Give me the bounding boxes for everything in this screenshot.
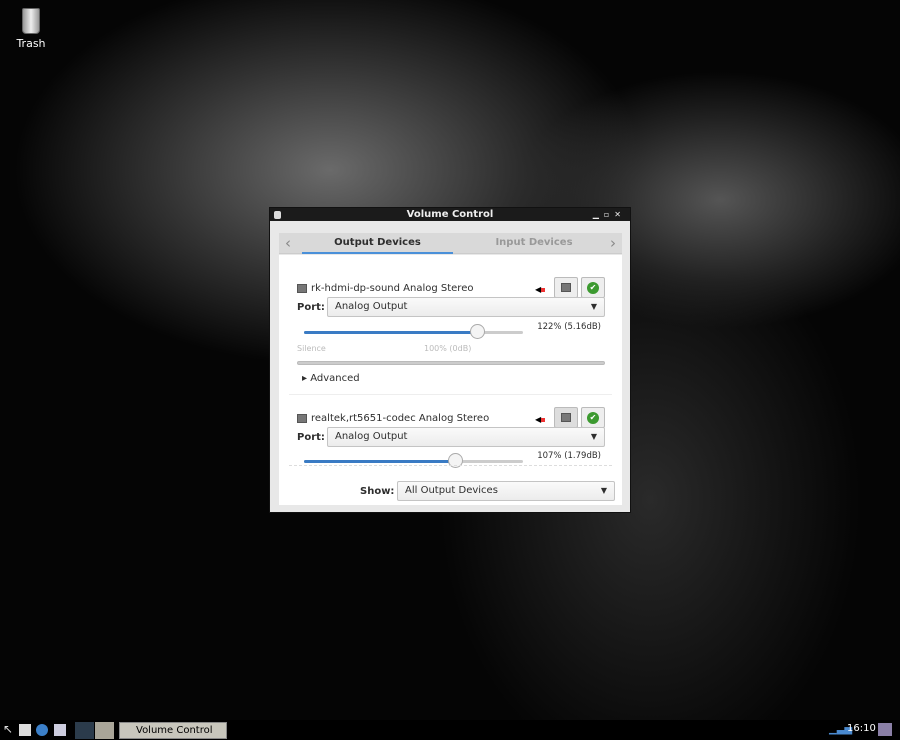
volume-control-window: Volume Control ▁▫✕ ‹ Output Devices Inpu… <box>269 207 631 513</box>
port-value: Analog Output <box>335 301 408 312</box>
start-menu-icon[interactable]: ↖ <box>3 722 15 736</box>
divider <box>289 465 612 466</box>
window-switcher-icon[interactable] <box>54 724 66 736</box>
title-bar[interactable]: Volume Control ▁▫✕ <box>270 208 630 221</box>
monitor-icon <box>561 413 571 422</box>
speaker-muted-indicator-icon: ◀ <box>535 285 546 294</box>
check-icon: ✔ <box>587 281 599 294</box>
slider-fill <box>304 331 477 334</box>
taskbar: ↖ Volume Control ▁▃▅ 16:10 <box>0 720 900 740</box>
caret-down-icon: ▼ <box>590 432 597 441</box>
wifi-signal-icon[interactable]: ▁▃▅ <box>829 724 852 736</box>
tick-silence: Silence <box>297 344 326 353</box>
port-dropdown[interactable]: Analog Output ▼ <box>327 297 605 317</box>
desktop-2-icon[interactable] <box>95 722 114 739</box>
app-icon <box>274 211 281 219</box>
check-icon: ✔ <box>587 411 599 424</box>
tab-scroll-left-icon[interactable]: ‹ <box>285 234 291 252</box>
devices-panel: rk-hdmi-dp-sound Analog Stereo ◀ ✔ Port:… <box>279 255 622 505</box>
maximize-button[interactable]: ▫ <box>604 210 614 219</box>
trash-label: Trash <box>16 37 46 50</box>
set-fallback-button[interactable]: ✔ <box>581 407 605 428</box>
port-dropdown[interactable]: Analog Output ▼ <box>327 427 605 447</box>
advanced-label: Advanced <box>310 373 360 384</box>
tab-input-devices[interactable]: Input Devices <box>459 233 609 254</box>
tab-output-devices[interactable]: Output Devices <box>302 233 453 254</box>
volume-readout: 107% (1.79dB) <box>537 451 601 461</box>
device-name: realtek,rt5651-codec Analog Stereo <box>311 413 490 424</box>
tick-100: 100% (0dB) <box>424 344 472 353</box>
caret-down-icon: ▼ <box>600 486 607 495</box>
tab-bar: ‹ Output Devices Input Devices › <box>279 233 622 254</box>
advanced-expander[interactable]: ▸ Advanced <box>302 373 360 384</box>
monitor-icon <box>561 283 571 292</box>
divider <box>289 394 612 395</box>
minimize-button[interactable]: ▁ <box>593 210 604 219</box>
lock-screen-icon[interactable] <box>878 723 892 736</box>
volume-slider[interactable] <box>304 324 523 339</box>
close-button[interactable]: ✕ <box>614 210 626 219</box>
mute-toggle-button[interactable] <box>554 407 578 428</box>
slider-knob[interactable] <box>470 324 485 339</box>
show-dropdown[interactable]: All Output Devices ▼ <box>397 481 615 501</box>
port-label: Port: <box>297 432 325 443</box>
port-label: Port: <box>297 302 325 313</box>
set-fallback-button[interactable]: ✔ <box>581 277 605 298</box>
slider-fill <box>304 460 456 463</box>
terminal-icon[interactable] <box>19 724 31 736</box>
tab-scroll-right-icon[interactable]: › <box>610 234 616 252</box>
browser-icon[interactable] <box>36 724 48 736</box>
window-title: Volume Control <box>406 209 494 220</box>
volume-readout: 122% (5.16dB) <box>537 322 601 332</box>
taskbar-item-volume-control[interactable]: Volume Control <box>119 722 227 739</box>
show-value: All Output Devices <box>405 485 498 496</box>
monitor-icon <box>297 414 307 423</box>
desktop-1-icon[interactable] <box>75 722 94 739</box>
task-label: Volume Control <box>136 725 213 736</box>
clock[interactable]: 16:10 <box>847 723 876 734</box>
mute-toggle-button[interactable] <box>554 277 578 298</box>
show-label: Show: <box>360 486 395 497</box>
caret-down-icon: ▼ <box>590 302 597 311</box>
port-value: Analog Output <box>335 431 408 442</box>
trash-icon <box>22 8 40 34</box>
speaker-muted-indicator-icon: ◀ <box>535 415 546 424</box>
volume-slider[interactable] <box>304 453 523 468</box>
device-name: rk-hdmi-dp-sound Analog Stereo <box>311 283 474 294</box>
peak-meter <box>297 361 605 365</box>
desktop-icon-trash[interactable]: Trash <box>10 8 52 50</box>
monitor-icon <box>297 284 307 293</box>
